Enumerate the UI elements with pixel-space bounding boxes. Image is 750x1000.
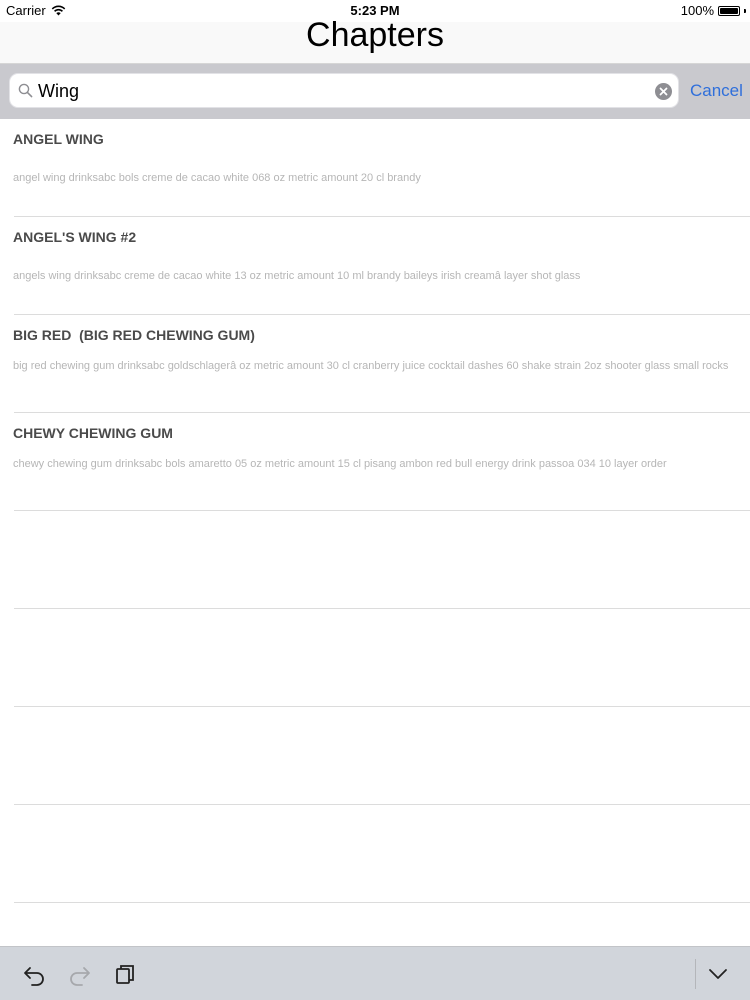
item-title: CHEWY CHEWING GUM: [13, 425, 173, 441]
list-item[interactable]: ANGEL WING angel wing drinksabc bols cre…: [13, 119, 750, 217]
battery-icon: [718, 5, 740, 16]
clear-x-icon: [659, 87, 668, 96]
undo-icon[interactable]: [22, 961, 48, 987]
paste-icon[interactable]: [112, 961, 138, 987]
battery-tip: [744, 8, 746, 13]
item-description: big red chewing gum drinksabc goldschlag…: [13, 360, 729, 372]
cancel-button[interactable]: Cancel: [690, 81, 743, 101]
item-description: chewy chewing gum drinksabc bols amarett…: [13, 458, 667, 470]
keyboard-toolbar: [0, 946, 750, 1000]
empty-row: [14, 511, 750, 609]
page-title: Chapters: [306, 16, 444, 54]
list-item[interactable]: ANGEL'S WING #2 angels wing drinksabc cr…: [13, 217, 750, 315]
item-title: BIG RED (BIG RED CHEWING GUM): [13, 327, 255, 343]
item-description: angel wing drinksabc bols creme de cacao…: [13, 172, 421, 184]
nav-header: Chapters: [0, 16, 750, 64]
item-title: ANGEL WING: [13, 131, 104, 147]
keyboard-dismiss-icon[interactable]: [705, 961, 731, 987]
item-description: angels wing drinksabc creme de cacao whi…: [13, 270, 581, 282]
search-field[interactable]: [9, 73, 679, 108]
toolbar-divider: [695, 959, 696, 989]
clear-icon[interactable]: [655, 83, 672, 100]
search-icon: [18, 83, 33, 98]
empty-row: [14, 707, 750, 805]
search-input[interactable]: [38, 77, 648, 105]
empty-row: [14, 805, 750, 903]
results-list: ANGEL WING angel wing drinksabc bols cre…: [0, 119, 750, 903]
search-bar: Cancel: [0, 64, 750, 119]
item-title: ANGEL'S WING #2: [13, 229, 137, 245]
empty-row: [14, 609, 750, 707]
battery-fill: [720, 7, 738, 14]
redo-icon[interactable]: [66, 961, 92, 987]
list-item[interactable]: BIG RED (BIG RED CHEWING GUM) big red ch…: [13, 315, 750, 413]
list-item[interactable]: CHEWY CHEWING GUM chewy chewing gum drin…: [13, 413, 750, 511]
